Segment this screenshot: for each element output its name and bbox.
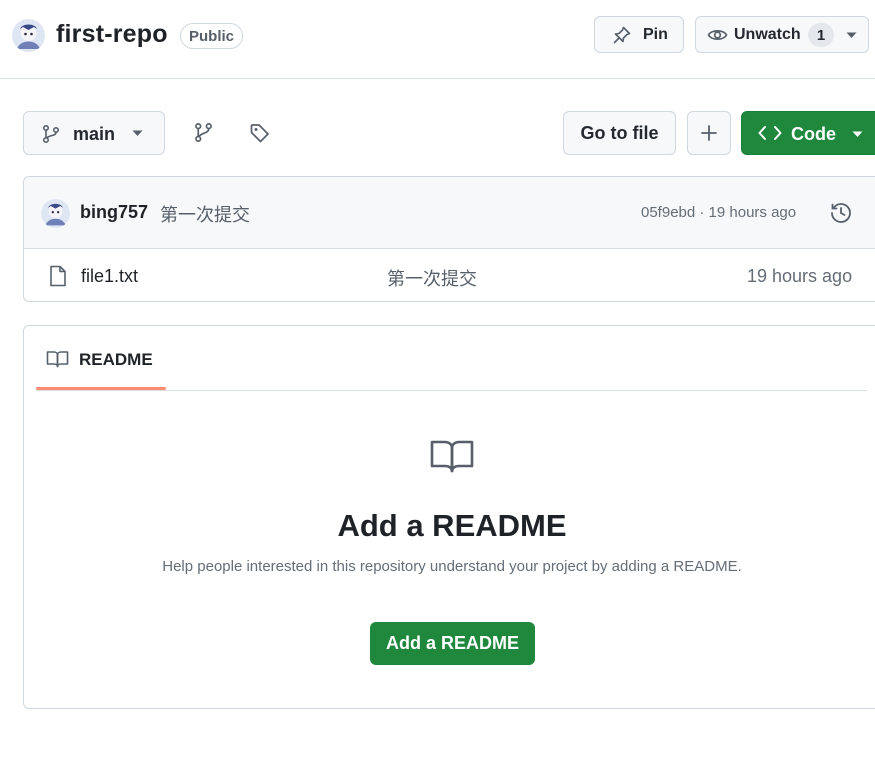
- file-row[interactable]: file1.txt 第一次提交 19 hours ago: [24, 249, 875, 301]
- repo-name[interactable]: first-repo: [56, 20, 168, 49]
- eye-icon: [707, 26, 728, 44]
- readme-tab-label: README: [79, 350, 153, 369]
- file-name[interactable]: file1.txt: [81, 266, 138, 287]
- commit-author[interactable]: bing757: [80, 202, 148, 223]
- caret-down-icon: [852, 131, 863, 138]
- go-to-file-button[interactable]: Go to file: [563, 111, 676, 155]
- file-updated-time: 19 hours ago: [747, 266, 853, 286]
- tag-icon[interactable]: [249, 122, 271, 144]
- caret-down-icon: [132, 130, 143, 137]
- file-icon: [49, 265, 67, 287]
- file-commit-message[interactable]: 第一次提交: [387, 265, 477, 291]
- commit-author-avatar[interactable]: [41, 199, 70, 228]
- book-icon: [429, 438, 475, 474]
- branch-name: main: [73, 124, 116, 144]
- repo-owner-avatar[interactable]: [12, 19, 45, 52]
- pin-label: Pin: [643, 26, 668, 43]
- readme-empty-description: Help people interested in this repositor…: [162, 558, 742, 575]
- file-list: bing757 第一次提交 05f9ebd · 19 hours ago fil…: [23, 176, 875, 302]
- add-readme-label: Add a README: [385, 633, 519, 653]
- add-readme-button[interactable]: Add a README: [370, 622, 535, 665]
- code-icon: [758, 125, 782, 141]
- branches-icon[interactable]: [193, 122, 214, 143]
- tab-readme[interactable]: README: [36, 326, 166, 390]
- readme-empty-title: Add a README: [337, 508, 567, 543]
- caret-down-icon[interactable]: [846, 32, 857, 39]
- branch-icon: [41, 124, 61, 144]
- go-to-file-label: Go to file: [580, 122, 659, 143]
- code-button[interactable]: Code: [741, 111, 875, 155]
- pin-icon: [612, 25, 632, 45]
- watch-count: 1: [808, 23, 834, 47]
- commit-message[interactable]: 第一次提交: [160, 201, 250, 227]
- add-file-button[interactable]: [687, 111, 731, 155]
- pin-button[interactable]: Pin: [594, 16, 684, 53]
- latest-commit-bar: bing757 第一次提交 05f9ebd · 19 hours ago: [24, 177, 875, 249]
- unwatch-button[interactable]: Unwatch 1: [695, 16, 869, 53]
- commit-meta[interactable]: 05f9ebd · 19 hours ago: [641, 204, 796, 221]
- plus-icon: [700, 124, 718, 142]
- readme-panel: README Add a README Help people interest…: [23, 325, 875, 709]
- history-icon[interactable]: [829, 201, 853, 225]
- unwatch-label: Unwatch: [734, 26, 801, 43]
- tab-bar-divider: [36, 390, 867, 391]
- visibility-badge: Public: [180, 23, 244, 49]
- branch-selector[interactable]: main: [23, 111, 165, 155]
- header-divider: [0, 78, 875, 79]
- book-icon: [46, 350, 69, 368]
- code-label: Code: [791, 124, 836, 144]
